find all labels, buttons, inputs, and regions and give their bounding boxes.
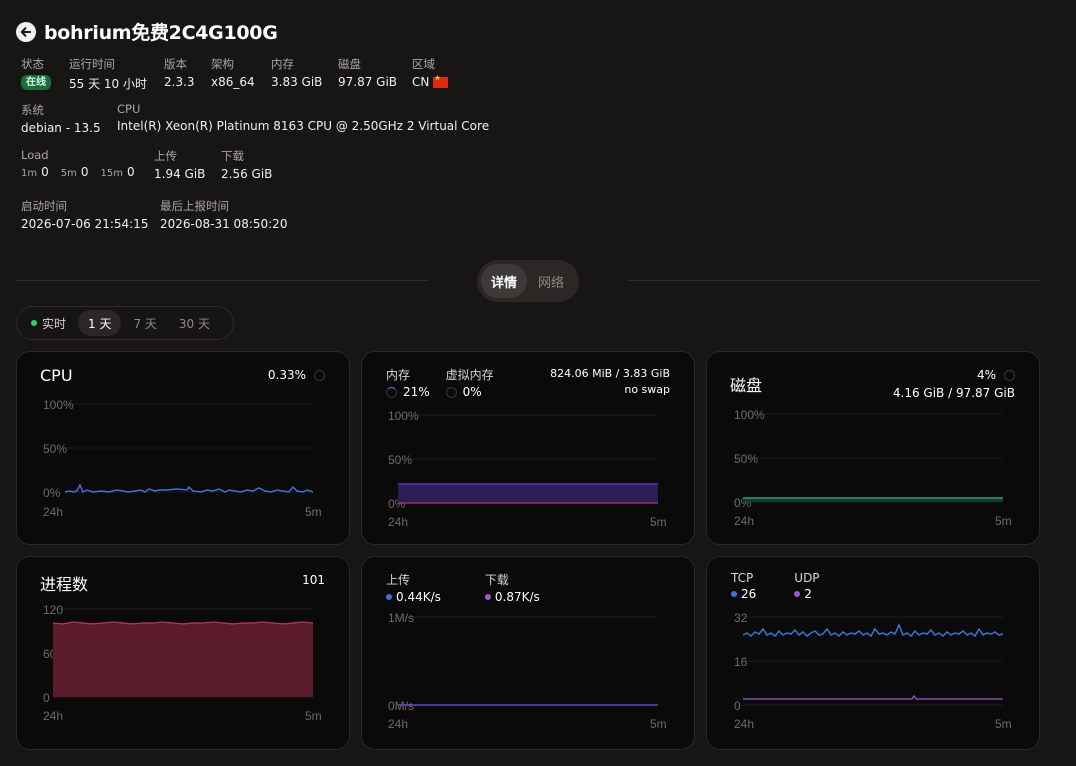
cpu-chart: 100% 50% 0% 24h 5m: [43, 398, 322, 519]
connections-chart: 32 16 0 24h 5m: [734, 611, 1012, 731]
process-y-tick-120: 120: [43, 603, 63, 617]
info-row-basic: 状态 在线 运行时间 55 天 10 小时 版本 2.3.3 架构 x86_64…: [21, 56, 449, 92]
disk-chart: 100% 50% 0% 24h 5m: [734, 408, 1012, 528]
network-x-end: 5m: [650, 717, 667, 731]
divider-right: [628, 280, 1040, 281]
info-version: 版本 2.3.3: [164, 57, 195, 89]
live-dot-icon: [31, 320, 37, 326]
info-row-system: 系统 debian - 13.5 CPU Intel(R) Xeon(R) Pl…: [21, 102, 489, 135]
process-x-start: 24h: [43, 709, 63, 723]
memory-y-tick-100: 100%: [388, 409, 419, 423]
process-x-end: 5m: [305, 709, 322, 723]
memory-x-start: 24h: [388, 515, 408, 529]
time-range-selector: 实时 1 天 7 天 30 天: [16, 306, 234, 340]
conn-y-tick-32: 32: [734, 611, 748, 625]
memory-x-end: 5m: [650, 515, 667, 529]
info-download: 下载 2.56 GiB: [221, 149, 273, 181]
info-upload: 上传 1.94 GiB: [154, 149, 206, 181]
cpu-card: CPU 0.33% 100% 50% 0% 24h 5m: [16, 351, 350, 545]
cpu-series-line: [64, 483, 314, 494]
info-status: 状态 在线: [21, 56, 69, 92]
info-uptime: 运行时间 55 天 10 小时: [69, 57, 147, 91]
page-header: bohrium免费2C4G100G: [16, 18, 278, 45]
network-y-tick-1m: 1M/s: [388, 611, 414, 625]
connections-card: TCP 26 UDP 2 32 16 0 24h 5m: [706, 556, 1040, 750]
arrow-left-icon: [20, 26, 31, 37]
network-card: 上传 0.44K/s 下载 0.87K/s 1M/s 0M/s 24h 5m: [361, 556, 695, 750]
process-area: [53, 623, 313, 697]
info-arch: 架构 x86_64: [211, 57, 255, 89]
tab-details[interactable]: 详情: [481, 264, 527, 298]
info-row-time: 启动时间 2026-07-06 21:54:15 最后上报时间 2026-08-…: [21, 198, 287, 231]
disk-y-tick-100: 100%: [734, 408, 765, 422]
process-card: 进程数 101 120 60 0 24h 5m: [16, 556, 350, 750]
info-disk: 磁盘 97.87 GiB: [338, 57, 398, 89]
process-y-tick-0: 0: [43, 691, 50, 705]
conn-y-tick-16: 16: [734, 655, 748, 669]
cpu-x-end: 5m: [305, 505, 322, 519]
cpu-y-tick-50: 50%: [43, 442, 67, 456]
back-button[interactable]: [16, 21, 36, 42]
disk-card: 磁盘 4% 4.16 GiB / 97.87 GiB 100% 50% 0% 2…: [706, 351, 1040, 545]
info-cpu: CPU Intel(R) Xeon(R) Platinum 8163 CPU @…: [117, 102, 490, 133]
info-system: 系统 debian - 13.5: [21, 103, 101, 135]
range-live[interactable]: 实时: [21, 310, 76, 336]
range-7-days[interactable]: 7 天: [123, 310, 166, 336]
info-load: Load 1m 0 5m 0 15m 0: [21, 148, 135, 179]
range-1-day[interactable]: 1 天: [78, 310, 122, 336]
cpu-y-tick-0: 0%: [43, 486, 61, 500]
cpu-y-tick-100: 100%: [43, 398, 74, 412]
divider-left: [16, 280, 428, 281]
disk-x-start: 24h: [734, 514, 754, 528]
info-region: 区域 CN: [412, 56, 449, 92]
info-memory: 内存 3.83 GiB: [271, 57, 323, 89]
network-y-tick-0m: 0M/s: [388, 699, 414, 713]
process-chart: 120 60 0 24h 5m: [43, 603, 322, 723]
china-flag-icon: [433, 74, 449, 88]
page-title: bohrium免费2C4G100G: [44, 22, 278, 44]
tab-network[interactable]: 网络: [527, 264, 575, 298]
udp-series-line: [743, 694, 1003, 700]
conn-x-start: 24h: [734, 717, 754, 731]
network-x-start: 24h: [388, 717, 408, 731]
disk-y-tick-50: 50%: [734, 452, 758, 466]
disk-x-end: 5m: [995, 514, 1012, 528]
memory-area: [398, 484, 658, 503]
memory-chart: 100% 50% 0% 24h 5m: [388, 409, 667, 529]
memory-card: 内存 21% 虚拟内存 0% 824.06 MiB / 3.83 GiB no …: [361, 351, 695, 545]
network-chart: 1M/s 0M/s 24h 5m: [388, 611, 667, 731]
conn-x-end: 5m: [995, 717, 1012, 731]
memory-y-tick-50: 50%: [388, 453, 412, 467]
cpu-x-start: 24h: [43, 505, 63, 519]
conn-y-tick-0: 0: [734, 699, 741, 713]
view-tabs: 详情 网络: [477, 260, 579, 302]
range-30-days[interactable]: 30 天: [169, 310, 220, 336]
info-boot-time: 启动时间 2026-07-06 21:54:15: [21, 199, 149, 231]
info-row-load: Load 1m 0 5m 0 15m 0 上传 1.94 GiB 下载 2.56 Gi…: [21, 148, 272, 181]
status-badge: 在线: [21, 75, 51, 90]
info-report-time: 最后上报时间 2026-08-31 08:50:20: [160, 199, 288, 231]
tcp-series-line: [742, 623, 1004, 638]
